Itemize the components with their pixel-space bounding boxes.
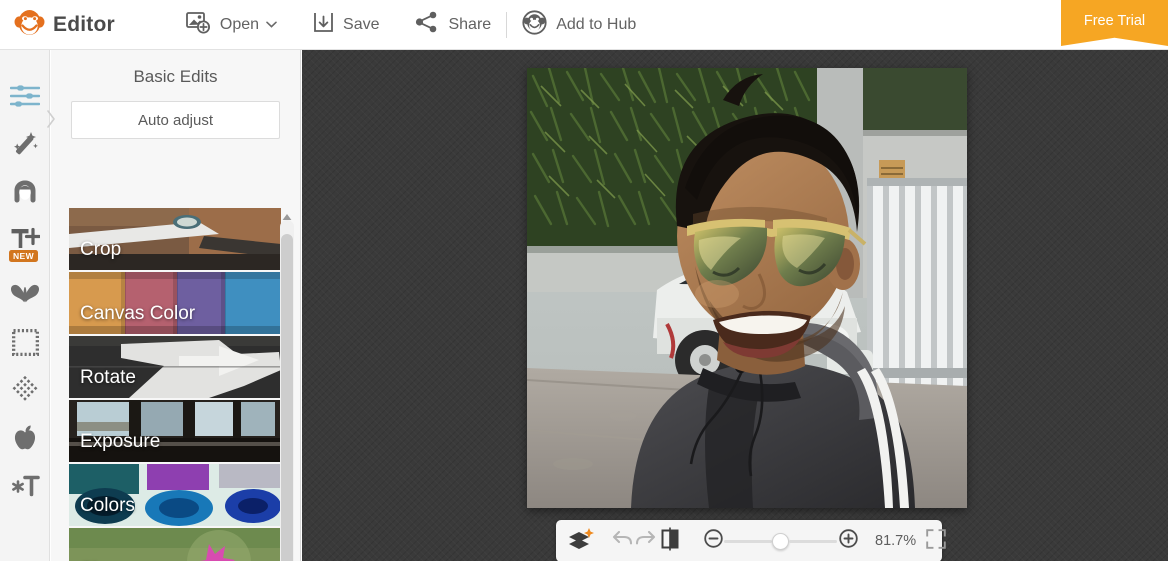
sidebar-item-frames[interactable] <box>0 318 50 366</box>
photo-canvas[interactable] <box>527 68 967 508</box>
sidebar-item-themes[interactable] <box>0 414 50 462</box>
undo-icon <box>612 529 634 553</box>
panel-title: Basic Edits <box>133 67 218 86</box>
picmonkey-editor-window: Editor Open Save Share Add to Hub Free T… <box>0 0 1168 561</box>
chevron-down-icon <box>266 19 277 31</box>
zoom-percentage-label: 81.7% <box>875 533 917 549</box>
apple-icon <box>12 424 38 452</box>
save-button[interactable]: Save <box>304 0 388 50</box>
list-item-exposure[interactable]: Exposure <box>69 400 281 462</box>
basic-edits-panel: Basic Edits Auto adjust Crop Canvas Colo… <box>51 50 301 561</box>
list-item-label: Exposure <box>80 431 161 452</box>
fit-to-screen-button[interactable] <box>926 525 946 557</box>
scroll-up-arrow-icon[interactable] <box>282 208 292 220</box>
save-label: Save <box>343 15 380 33</box>
download-icon <box>313 11 334 39</box>
add-to-hub-label: Add to Hub <box>556 15 637 33</box>
minus-circle-icon <box>703 529 723 553</box>
texture-icon <box>11 376 39 404</box>
editor-canvas[interactable]: 81.7% <box>302 50 1168 561</box>
layers-button[interactable] <box>568 525 594 557</box>
tool-rail: NEW <box>0 50 50 561</box>
free-trial-button[interactable]: Free Trial <box>1061 0 1168 46</box>
star-t-icon <box>10 473 40 499</box>
zoom-slider-handle[interactable] <box>772 532 789 550</box>
list-item-label: Canvas Color <box>80 303 196 324</box>
basic-edits-list[interactable]: Crop Canvas Color Rotate Exposure Colors <box>69 208 281 561</box>
frame-icon <box>11 328 39 356</box>
panel-collapse-chevron-icon[interactable] <box>44 108 58 130</box>
sharpen-thumbnail <box>69 528 281 561</box>
list-item-colors[interactable]: Colors <box>69 464 281 526</box>
list-item-label: Crop <box>80 239 122 260</box>
share-button[interactable]: Share <box>406 0 500 50</box>
canvas-bottom-toolbar: 81.7% <box>556 520 946 561</box>
add-to-hub-button[interactable]: Add to Hub <box>513 0 645 50</box>
new-badge: NEW <box>9 249 39 262</box>
fullscreen-icon <box>926 528 946 554</box>
image-add-icon <box>185 11 211 39</box>
sidebar-item-textures[interactable] <box>0 366 50 414</box>
list-item-crop[interactable]: Crop <box>69 208 281 270</box>
sidebar-item-text[interactable]: NEW <box>0 216 50 264</box>
auto-adjust-button[interactable]: Auto adjust <box>71 101 280 139</box>
share-label: Share <box>448 15 492 33</box>
list-item-canvas-color[interactable]: Canvas Color <box>69 272 281 334</box>
hub-monkey-icon <box>522 9 547 40</box>
list-item-sharpen[interactable]: Sharpen <box>69 528 281 561</box>
zoom-track-right[interactable] <box>789 539 837 543</box>
monkey-face-logo-icon <box>14 9 45 41</box>
share-nodes-icon <box>415 11 439 38</box>
open-menu-button[interactable]: Open <box>177 0 286 50</box>
list-item-label: Rotate <box>80 367 136 388</box>
list-item-rotate[interactable]: Rotate <box>69 336 281 398</box>
list-item-label: Colors <box>80 495 135 516</box>
open-menu-label: Open <box>219 15 260 33</box>
redo-button[interactable] <box>634 525 656 557</box>
scrollbar-thumb[interactable] <box>281 234 293 561</box>
face-icon <box>11 178 39 206</box>
zoom-in-button[interactable] <box>837 525 859 557</box>
compare-button[interactable] <box>660 525 680 557</box>
zoom-control[interactable] <box>702 525 859 557</box>
sidebar-item-templates[interactable] <box>0 462 50 510</box>
brand-logo[interactable]: Editor <box>14 9 115 41</box>
layers-icon <box>568 527 594 555</box>
brand-title: Editor <box>53 12 115 36</box>
zoom-track-left[interactable] <box>724 539 772 543</box>
redo-icon <box>634 529 656 553</box>
magic-wand-icon <box>11 130 39 158</box>
undo-button[interactable] <box>612 525 634 557</box>
free-trial-label: Free Trial <box>1083 13 1146 29</box>
zoom-out-button[interactable] <box>702 525 724 557</box>
sliders-icon <box>10 83 40 109</box>
sidebar-item-effects[interactable] <box>0 120 50 168</box>
scrollbar-track[interactable] <box>280 220 294 561</box>
top-toolbar: Editor Open Save Share Add to Hub Free T… <box>0 0 1168 50</box>
edited-photo <box>527 68 967 508</box>
sidebar-item-touch-up[interactable] <box>0 168 50 216</box>
butterfly-icon <box>10 282 40 306</box>
toolbar-divider <box>506 11 508 38</box>
plus-circle-icon <box>838 529 858 553</box>
sidebar-item-basic-edits[interactable] <box>0 72 50 120</box>
sidebar-item-overlays[interactable] <box>0 270 50 318</box>
compare-split-icon <box>660 527 680 556</box>
panel-scrollbar[interactable] <box>280 208 294 561</box>
